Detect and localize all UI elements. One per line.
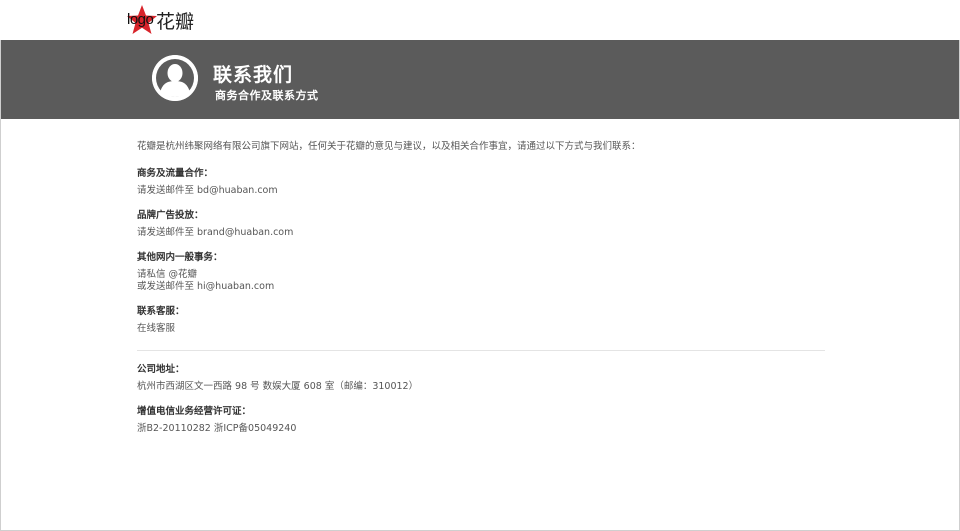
page-title: 联系我们 <box>213 64 294 86</box>
section-title: 其他网内一般事务： <box>137 252 223 263</box>
logo-text: logo <box>127 11 154 28</box>
divider <box>137 350 825 351</box>
section-title: 联系客服： <box>137 306 185 317</box>
section-title: 商务及流量合作： <box>137 168 214 179</box>
brand-name: 花瓣 <box>156 10 195 33</box>
intro-text: 花瓣是杭州纬聚网络有限公司旗下网站，任何关于花瓣的意见与建议，以及相关合作事宜，… <box>137 141 641 152</box>
user-icon <box>152 55 198 101</box>
section-title: 增值电信业务经营许可证： <box>137 406 252 417</box>
section-line[interactable]: 请发送邮件至 brand@huaban.com <box>137 227 827 239</box>
section-support: 联系客服： 在线客服 <box>137 306 827 335</box>
online-support-link[interactable]: 在线客服 <box>137 323 827 335</box>
section-line: 杭州市西湖区文一西路 98 号 数娱大厦 608 室（邮编：310012） <box>137 381 419 392</box>
section-address: 公司地址： 杭州市西湖区文一西路 98 号 数娱大厦 608 室（邮编：3100… <box>137 364 827 393</box>
section-line[interactable]: 或发送邮件至 hi@huaban.com <box>137 281 827 293</box>
section-line[interactable]: 请发送邮件至 bd@huaban.com <box>137 185 827 197</box>
section-line: 浙B2-20110282 浙ICP备05049240 <box>137 423 297 434</box>
contact-content: 花瓣是杭州纬聚网络有限公司旗下网站，任何关于花瓣的意见与建议，以及相关合作事宜，… <box>137 141 827 448</box>
section-general: 其他网内一般事务： 请私信 @花瓣 或发送邮件至 hi@huaban.com <box>137 252 827 293</box>
avatar <box>152 55 198 101</box>
star-icon: logo <box>126 4 158 36</box>
site-logo[interactable]: logo 花瓣 <box>126 4 246 36</box>
top-bar: logo 花瓣 <box>0 0 960 40</box>
contact-banner: 联系我们 商务合作及联系方式 <box>1 40 959 119</box>
section-title: 公司地址： <box>137 364 185 375</box>
page-subtitle: 商务合作及联系方式 <box>215 89 319 102</box>
section-license: 增值电信业务经营许可证： 浙B2-20110282 浙ICP备05049240 <box>137 406 827 435</box>
section-title: 品牌广告投放： <box>137 210 204 221</box>
section-business: 商务及流量合作： 请发送邮件至 bd@huaban.com <box>137 168 827 197</box>
section-brand-ads: 品牌广告投放： 请发送邮件至 brand@huaban.com <box>137 210 827 239</box>
section-line[interactable]: 请私信 @花瓣 <box>137 269 827 281</box>
